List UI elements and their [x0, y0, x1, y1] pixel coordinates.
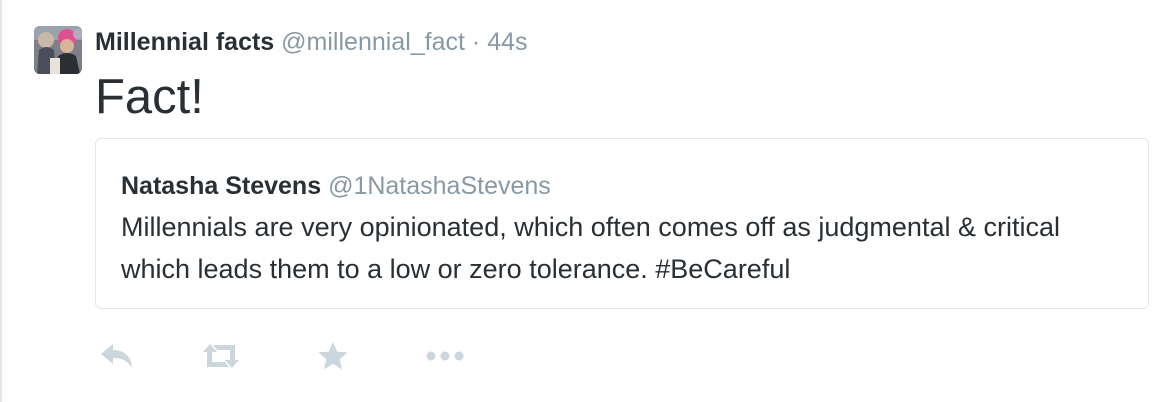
- quoted-tweet-header: Natasha Stevens @1NatashaStevens: [121, 170, 551, 202]
- reply-icon: [101, 344, 132, 368]
- quoted-text-line: Millennials are very opinionated, which …: [121, 212, 1060, 242]
- author-name[interactable]: Millennial facts: [95, 28, 274, 56]
- tweet-card[interactable]: Millennial facts @millennial_fact · 44s …: [0, 0, 1176, 402]
- retweet-button[interactable]: [199, 336, 243, 376]
- tweet-header: Millennial facts @millennial_fact · 44s: [95, 25, 528, 59]
- quoted-text-line: which leads them to a low or zero tolera…: [121, 254, 791, 284]
- quoted-author-handle: @1NatashaStevens: [328, 172, 551, 200]
- tweet-timestamp[interactable]: 44s: [487, 28, 527, 56]
- header-separator: ·: [471, 28, 481, 56]
- author-handle[interactable]: @millennial_fact: [281, 28, 465, 56]
- quoted-tweet-text: Millennials are very opinionated, which …: [121, 206, 1131, 290]
- more-options-icon: [426, 351, 464, 361]
- favorite-button[interactable]: [311, 336, 355, 376]
- more-options-button[interactable]: [423, 336, 467, 376]
- quoted-author-name: Natasha Stevens: [121, 172, 322, 200]
- reply-button[interactable]: [95, 336, 139, 376]
- favorite-star-icon: [318, 342, 348, 370]
- avatar-photo: [34, 26, 82, 74]
- tweet-text: Fact!: [95, 70, 204, 124]
- avatar[interactable]: [34, 26, 82, 74]
- quoted-tweet-card[interactable]: Natasha Stevens @1NatashaStevens Millenn…: [95, 138, 1149, 309]
- retweet-icon: [203, 344, 239, 368]
